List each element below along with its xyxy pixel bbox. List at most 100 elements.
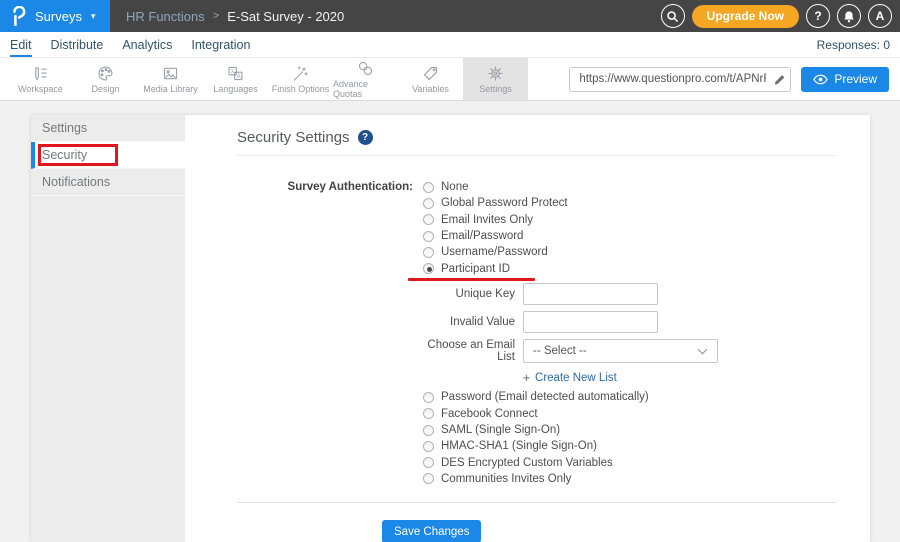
save-changes-button[interactable]: Save Changes xyxy=(382,520,481,542)
settings-sidebar: Settings Security Notifications xyxy=(31,115,185,542)
title-divider xyxy=(237,155,836,156)
radio-des-encrypted-variables[interactable]: DES Encrypted Custom Variables xyxy=(423,454,718,470)
toolbar-item-workspace[interactable]: Workspace xyxy=(8,58,73,100)
question-mark-icon: ? xyxy=(814,9,821,23)
toolbar-item-label: Advance Quotas xyxy=(333,79,398,99)
responses-count[interactable]: Responses: 0 xyxy=(817,32,890,57)
sidebar-item-notifications[interactable]: Notifications xyxy=(31,169,185,196)
sidebar-item-settings[interactable]: Settings xyxy=(31,115,185,142)
email-list-label: Choose an Email List xyxy=(423,339,515,363)
toolbar-item-settings[interactable]: Settings xyxy=(463,58,528,100)
eye-icon xyxy=(813,74,828,85)
radio-label: SAML (Single Sign-On) xyxy=(441,424,560,436)
radio-username-password[interactable]: Username/Password xyxy=(423,244,718,260)
radio-facebook-connect[interactable]: Facebook Connect xyxy=(423,406,718,422)
toolbar-item-finish-options[interactable]: Finish Options xyxy=(268,58,333,100)
survey-url-box xyxy=(569,67,791,92)
toolbar-item-variables[interactable]: Variables xyxy=(398,58,463,100)
email-list-selected-value: -- Select -- xyxy=(533,345,587,357)
radio-label: Global Password Protect xyxy=(441,197,568,209)
radio-selected-icon xyxy=(423,263,434,274)
chevron-down-icon: ▾ xyxy=(91,11,96,22)
search-icon xyxy=(666,10,679,23)
radio-none[interactable]: None xyxy=(423,179,718,195)
notifications-button[interactable] xyxy=(837,4,861,28)
radio-label: Facebook Connect xyxy=(441,408,538,420)
create-new-list-label: Create New List xyxy=(535,372,617,384)
tab-distribute[interactable]: Distribute xyxy=(51,32,104,57)
survey-url-input[interactable] xyxy=(570,73,768,85)
settings-card: Settings Security Notifications Security… xyxy=(31,115,870,542)
unique-key-row: Unique Key xyxy=(423,283,718,305)
edit-url-button[interactable] xyxy=(768,73,790,86)
form-divider xyxy=(237,502,836,503)
radio-password-email-detected[interactable]: Password (Email detected automatically) xyxy=(423,389,718,405)
radio-label: Email/Password xyxy=(441,230,523,242)
radio-label: Participant ID xyxy=(441,263,510,275)
topbar-actions: Upgrade Now ? A xyxy=(661,4,900,28)
toolbar-item-media-library[interactable]: Media Library xyxy=(138,58,203,100)
product-switcher[interactable]: Surveys ▾ xyxy=(0,0,110,32)
radio-hmac-sha1-sso[interactable]: HMAC-SHA1 (Single Sign-On) xyxy=(423,438,718,454)
radio-icon xyxy=(423,198,434,209)
preview-button-label: Preview xyxy=(834,72,877,86)
radio-label: Email Invites Only xyxy=(441,214,533,226)
radio-icon xyxy=(423,457,434,468)
search-button[interactable] xyxy=(661,4,685,28)
unique-key-label: Unique Key xyxy=(423,288,515,300)
toolbar-item-label: Media Library xyxy=(143,84,198,94)
radio-icon xyxy=(423,231,434,242)
help-button[interactable]: ? xyxy=(806,4,830,28)
radio-global-password-protect[interactable]: Global Password Protect xyxy=(423,195,718,211)
pencil-icon xyxy=(773,73,786,86)
invalid-value-input[interactable] xyxy=(523,311,658,333)
email-list-row: Choose an Email List -- Select -- xyxy=(423,339,718,363)
radio-label: HMAC-SHA1 (Single Sign-On) xyxy=(441,440,597,452)
radio-icon xyxy=(423,441,434,452)
authentication-options: None Global Password Protect Email Invit… xyxy=(423,179,718,487)
workspace-icon xyxy=(31,64,50,83)
upgrade-now-button[interactable]: Upgrade Now xyxy=(692,5,799,28)
bell-icon xyxy=(843,10,855,23)
page-title: Security Settings xyxy=(237,129,350,146)
sidebar-item-security[interactable]: Security xyxy=(31,142,185,169)
email-list-select[interactable]: -- Select -- xyxy=(523,339,718,363)
invalid-value-row: Invalid Value xyxy=(423,311,718,333)
tab-integration[interactable]: Integration xyxy=(191,32,250,57)
tab-edit[interactable]: Edit xyxy=(10,32,32,57)
create-new-list-link[interactable]: + Create New List xyxy=(523,371,718,385)
radio-label: Username/Password xyxy=(441,246,548,258)
radio-email-invites-only[interactable]: Email Invites Only xyxy=(423,212,718,228)
toolbar-item-design[interactable]: Design xyxy=(73,58,138,100)
survey-authentication-row: Survey Authentication: None Global Passw… xyxy=(237,179,836,487)
annotation-underline xyxy=(408,278,535,282)
radio-icon xyxy=(423,214,434,225)
radio-icon xyxy=(423,392,434,403)
media-library-icon xyxy=(161,64,180,83)
avatar[interactable]: A xyxy=(868,4,892,28)
breadcrumb-folder[interactable]: HR Functions xyxy=(126,9,205,24)
help-icon[interactable]: ? xyxy=(358,130,373,145)
radio-participant-id[interactable]: Participant ID xyxy=(423,260,718,276)
toolbar-item-label: Finish Options xyxy=(272,84,330,94)
radio-label: None xyxy=(441,181,469,193)
radio-communities-invites-only[interactable]: Communities Invites Only xyxy=(423,471,718,487)
tab-analytics[interactable]: Analytics xyxy=(122,32,172,57)
survey-authentication-label: Survey Authentication: xyxy=(237,179,423,487)
product-name: Surveys xyxy=(35,9,82,24)
radio-saml-sso[interactable]: SAML (Single Sign-On) xyxy=(423,422,718,438)
sidebar-item-label: Security xyxy=(42,148,87,162)
toolbar-item-languages[interactable]: xA Languages xyxy=(203,58,268,100)
unique-key-input[interactable] xyxy=(523,283,658,305)
plus-icon: + xyxy=(523,371,530,385)
breadcrumb-separator: > xyxy=(213,10,219,22)
breadcrumb-survey-title[interactable]: E-Sat Survey - 2020 xyxy=(227,9,344,24)
radio-email-password[interactable]: Email/Password xyxy=(423,228,718,244)
toolbar-item-label: Languages xyxy=(213,84,258,94)
toolbar-item-advance-quotas[interactable]: Advance Quotas xyxy=(333,58,398,100)
magic-wand-icon xyxy=(291,64,310,83)
preview-button[interactable]: Preview xyxy=(801,67,889,92)
svg-text:x: x xyxy=(231,69,234,75)
questionpro-logo-icon xyxy=(11,6,28,26)
radio-icon xyxy=(423,425,434,436)
